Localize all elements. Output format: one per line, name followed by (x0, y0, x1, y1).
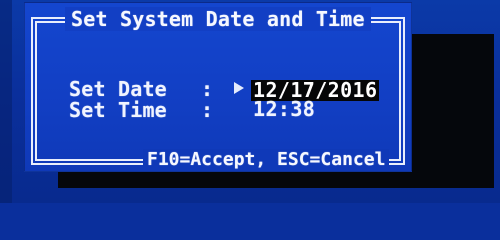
set-date-time-dialog: Set System Date and Time Set Date : Set … (24, 2, 412, 172)
set-time-colon: : (201, 98, 214, 122)
set-date-colon: : (201, 77, 214, 101)
background-band (0, 0, 12, 203)
dialog-title: Set System Date and Time (65, 7, 371, 31)
set-time-label: Set Time (69, 98, 167, 122)
dialog-footer-hints: F10=Accept, ESC=Cancel (143, 149, 390, 171)
cursor-arrow-icon (234, 82, 244, 94)
time-field[interactable]: 12:38 (251, 99, 317, 120)
set-date-label: Set Date (69, 77, 167, 101)
bios-screen: Set System Date and Time Set Date : Set … (0, 0, 500, 203)
